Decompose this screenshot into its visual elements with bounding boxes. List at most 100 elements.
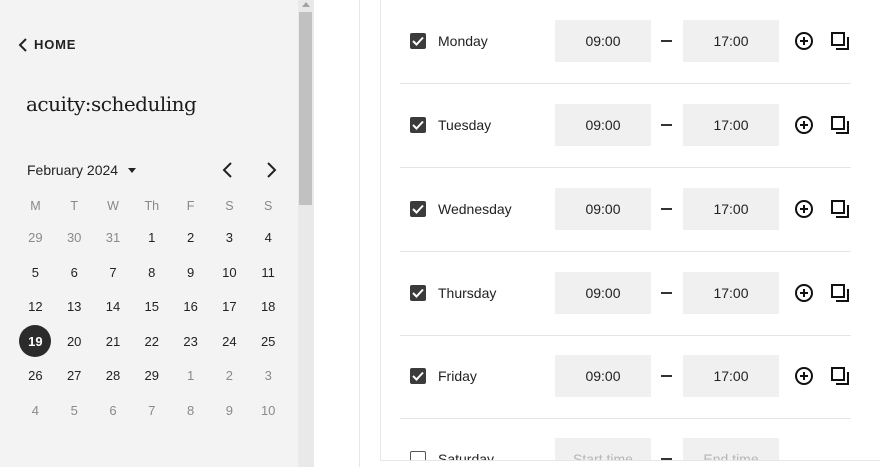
start-time-field[interactable]: 09:00	[555, 20, 651, 62]
calendar-day[interactable]: 1	[132, 221, 171, 253]
end-time-field[interactable]: 17:00	[683, 272, 779, 314]
calendar-day[interactable]: 2	[171, 221, 210, 253]
time-range-dash	[661, 40, 672, 42]
start-time-field[interactable]: 09:00	[555, 272, 651, 314]
home-label: HOME	[34, 37, 77, 52]
calendar-day[interactable]: 31	[94, 221, 133, 253]
calendar-day[interactable]: 4	[249, 221, 288, 253]
calendar-day[interactable]: 12	[16, 290, 55, 322]
calendar-day[interactable]: 29	[132, 359, 171, 391]
calendar-day[interactable]: 26	[16, 359, 55, 391]
copy-icon[interactable]	[830, 199, 850, 219]
calendar-day[interactable]: 8	[132, 256, 171, 288]
check-icon	[412, 204, 424, 214]
plus-circle-icon[interactable]	[794, 31, 814, 51]
day-row-tuesday: Tuesday 09:00 17:00	[381, 84, 851, 168]
calendar-day[interactable]: 10	[249, 394, 288, 426]
end-time-field[interactable]: 17:00	[683, 188, 779, 230]
plus-circle-icon[interactable]	[794, 366, 814, 386]
copy-icon[interactable]	[830, 283, 850, 303]
tuesday-checkbox[interactable]	[410, 117, 426, 133]
calendar-day[interactable]: 9	[171, 256, 210, 288]
sidebar-scrollbar[interactable]	[298, 0, 314, 467]
time-range-dash	[661, 292, 672, 294]
calendar-day[interactable]: 8	[171, 394, 210, 426]
calendar-day[interactable]: 16	[171, 290, 210, 322]
plus-circle-icon[interactable]	[794, 199, 814, 219]
calendar-day[interactable]: 23	[171, 325, 210, 357]
scroll-up-arrow-icon[interactable]	[302, 2, 310, 7]
chevron-left-icon	[18, 37, 27, 52]
calendar-day[interactable]: 3	[249, 359, 288, 391]
day-row-thursday: Thursday 09:00 17:00	[381, 252, 851, 336]
plus-circle-icon[interactable]	[794, 115, 814, 135]
panel-border-bottom	[380, 460, 880, 461]
calendar-day[interactable]: 6	[55, 256, 94, 288]
weekday-label: T	[70, 199, 79, 213]
wednesday-checkbox[interactable]	[410, 201, 426, 217]
calendar-day[interactable]: 4	[16, 394, 55, 426]
start-time-field[interactable]: 09:00	[555, 104, 651, 146]
weekday-header: M T W Th F S S	[16, 199, 288, 213]
home-link[interactable]: HOME	[18, 37, 76, 52]
selected-day-label: 19	[19, 325, 52, 357]
calendar-day[interactable]: 1	[171, 359, 210, 391]
scroll-thumb[interactable]	[299, 12, 312, 205]
calendar-day[interactable]: 9	[210, 394, 249, 426]
end-time-field[interactable]: 17:00	[683, 355, 779, 397]
calendar-day[interactable]: 10	[210, 256, 249, 288]
start-time-field[interactable]: 09:00	[555, 355, 651, 397]
start-time-field[interactable]: 09:00	[555, 188, 651, 230]
end-time-field[interactable]: End time	[683, 438, 779, 460]
time-range-dash	[661, 375, 672, 377]
calendar-day[interactable]: 2	[210, 359, 249, 391]
next-month-button[interactable]	[261, 160, 281, 180]
calendar-day[interactable]: 7	[94, 256, 133, 288]
day-label: Tuesday	[438, 117, 492, 133]
calendar-day[interactable]: 11	[249, 256, 288, 288]
calendar-day-selected[interactable]: 19	[16, 325, 55, 357]
thursday-checkbox[interactable]	[410, 285, 426, 301]
saturday-checkbox[interactable]	[410, 451, 426, 460]
weekday-label: Th	[144, 199, 160, 213]
start-time-field[interactable]: Start time	[555, 438, 651, 460]
calendar-day[interactable]: 20	[55, 325, 94, 357]
calendar-day[interactable]: 7	[132, 394, 171, 426]
time-range-dash	[661, 124, 672, 126]
calendar-day[interactable]: 21	[94, 325, 133, 357]
calendar-day[interactable]: 30	[55, 221, 94, 253]
calendar-day[interactable]: 29	[16, 221, 55, 253]
day-row-wednesday: Wednesday 09:00 17:00	[381, 168, 851, 252]
plus-circle-icon[interactable]	[794, 283, 814, 303]
calendar-day[interactable]: 15	[132, 290, 171, 322]
copy-icon[interactable]	[830, 366, 850, 386]
weekday-label: M	[30, 199, 41, 213]
calendar-day[interactable]: 18	[249, 290, 288, 322]
month-dropdown[interactable]: February 2024	[27, 162, 137, 178]
weekday-label: F	[186, 199, 195, 213]
calendar-day[interactable]: 17	[210, 290, 249, 322]
copy-icon[interactable]	[830, 115, 850, 135]
end-time-field[interactable]: 17:00	[683, 20, 779, 62]
calendar-day[interactable]: 28	[94, 359, 133, 391]
calendar-week: 26 27 28 29 1 2 3	[16, 359, 288, 391]
calendar-day[interactable]: 6	[94, 394, 133, 426]
calendar-week: 12 13 14 15 16 17 18	[16, 290, 288, 322]
calendar-day[interactable]: 27	[55, 359, 94, 391]
calendar-day[interactable]: 13	[55, 290, 94, 322]
day-label: Wednesday	[438, 201, 512, 217]
prev-month-button[interactable]	[218, 160, 238, 180]
end-time-field[interactable]: 17:00	[683, 104, 779, 146]
calendar-day[interactable]: 22	[132, 325, 171, 357]
time-range-dash	[661, 458, 672, 460]
monday-checkbox[interactable]	[410, 33, 426, 49]
calendar-day[interactable]: 14	[94, 290, 133, 322]
calendar-day[interactable]: 24	[210, 325, 249, 357]
calendar-day[interactable]: 5	[55, 394, 94, 426]
friday-checkbox[interactable]	[410, 368, 426, 384]
copy-icon[interactable]	[830, 31, 850, 51]
calendar-day[interactable]: 25	[249, 325, 288, 357]
calendar-day[interactable]: 3	[210, 221, 249, 253]
calendar-day[interactable]: 5	[16, 256, 55, 288]
day-row-saturday: Saturday Start time End time	[381, 418, 851, 460]
